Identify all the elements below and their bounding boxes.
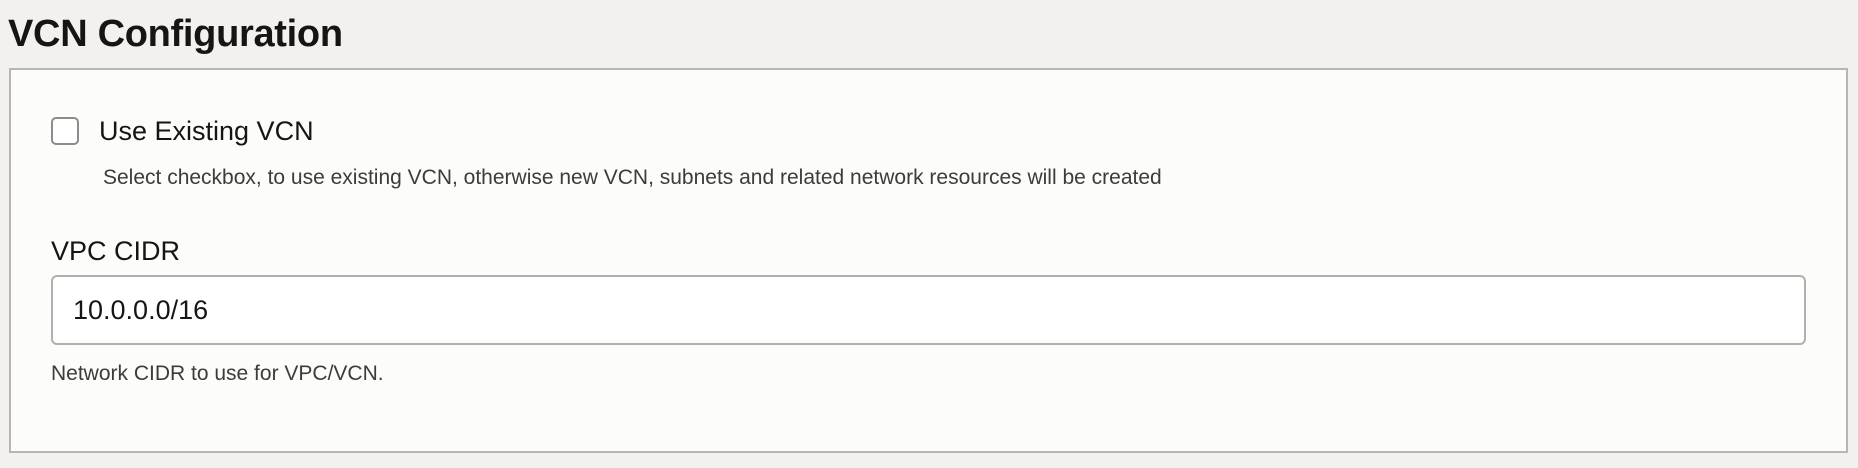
use-existing-vcn-checkbox[interactable] <box>51 117 79 145</box>
section-title: VCN Configuration <box>8 13 343 55</box>
vpc-cidr-help-text: Network CIDR to use for VPC/VCN. <box>51 362 384 385</box>
use-existing-vcn-help-text: Select checkbox, to use existing VCN, ot… <box>103 166 1162 189</box>
use-existing-vcn-row: Use Existing VCN <box>51 114 314 148</box>
vpc-cidr-label: VPC CIDR <box>51 236 181 266</box>
vcn-configuration-panel: Use Existing VCN Select checkbox, to use… <box>9 68 1848 453</box>
use-existing-vcn-label[interactable]: Use Existing VCN <box>99 114 314 148</box>
vpc-cidr-input[interactable] <box>51 275 1806 345</box>
